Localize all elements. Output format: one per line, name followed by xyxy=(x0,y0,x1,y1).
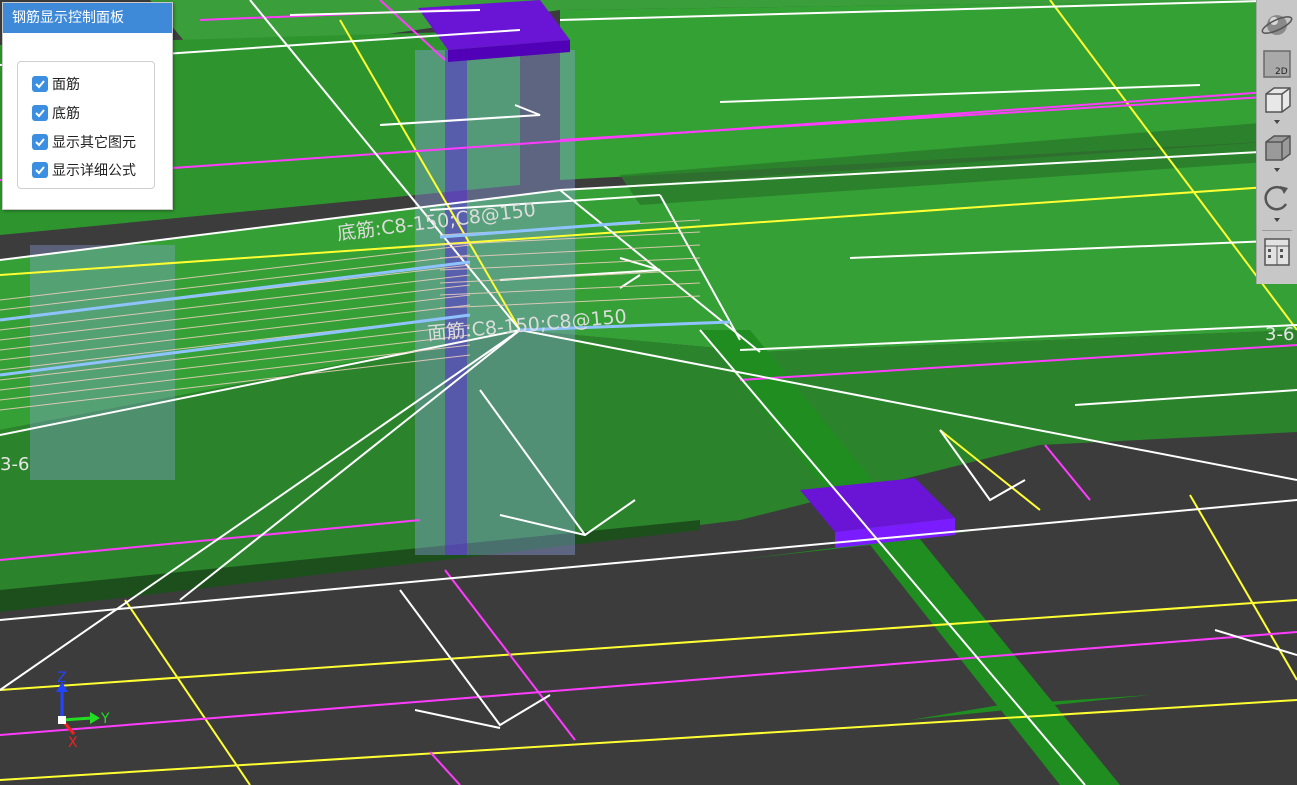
x-axis-label: X xyxy=(68,735,78,751)
bottom-rebar-checkbox[interactable] xyxy=(32,105,48,121)
dropdown-arrow-icon xyxy=(1274,218,1280,222)
2d-view-text: 2D xyxy=(1275,67,1288,77)
3d-box-view-icon xyxy=(1265,87,1291,113)
dropdown-arrow-icon xyxy=(1274,168,1280,172)
show-other-elements-checkbox[interactable] xyxy=(32,134,48,150)
show-other-elements-label: 显示其它图元 xyxy=(52,135,136,151)
show-detailed-formula-label: 显示详细公式 xyxy=(52,163,136,179)
face-rebar-checkbox[interactable] xyxy=(32,76,48,92)
rebar-display-control-panel: 钢筋显示控制面板 面筋 底筋 显示其它图元 显示详细公式 xyxy=(2,2,173,210)
dropdown-arrow-icon xyxy=(1274,120,1280,124)
y-axis xyxy=(61,716,93,722)
dynamic-observe-button[interactable] xyxy=(1260,132,1294,172)
rotate-button[interactable] xyxy=(1260,182,1294,222)
orbit-view-icon xyxy=(1261,15,1293,35)
orbit-view-button[interactable] xyxy=(1260,8,1294,42)
3d-box-view-button[interactable] xyxy=(1260,84,1294,124)
check-icon xyxy=(35,109,45,118)
z-axis-label: Z xyxy=(57,670,67,686)
face-rebar-label: 面筋 xyxy=(52,77,80,93)
check-icon xyxy=(35,80,45,89)
2d-view-button[interactable]: 2D xyxy=(1260,48,1294,80)
toolbar-divider xyxy=(1262,230,1292,231)
panel-options-group: 面筋 底筋 显示其它图元 显示详细公式 xyxy=(17,61,155,189)
axis-label-left: 3-6 xyxy=(0,454,29,475)
rotate-icon xyxy=(1264,185,1288,211)
dynamic-observe-icon xyxy=(1265,135,1291,161)
axis-label-right: 3-6 xyxy=(1265,324,1294,345)
layer-settings-button[interactable] xyxy=(1260,236,1294,270)
column-edge-left xyxy=(445,50,467,555)
option-show-detailed-formula[interactable]: 显示详细公式 xyxy=(32,160,136,180)
axes-origin xyxy=(58,716,66,724)
show-detailed-formula-checkbox[interactable] xyxy=(32,162,48,178)
bottom-rebar-label: 底筋 xyxy=(52,106,80,122)
model-viewport[interactable]: 底筋:C8-150;C8@150 面筋:C8-150;C8@150 3-6 3-… xyxy=(0,0,1297,785)
view-toolbar: 2D xyxy=(1256,0,1297,284)
check-icon xyxy=(35,166,45,175)
y-axis-label: Y xyxy=(100,711,110,727)
option-show-other-elements[interactable]: 显示其它图元 xyxy=(32,132,136,152)
layer-settings-icon xyxy=(1264,238,1290,266)
option-bottom-rebar[interactable]: 底筋 xyxy=(32,103,80,123)
option-face-rebar[interactable]: 面筋 xyxy=(32,74,80,94)
check-icon xyxy=(35,138,45,147)
panel-title: 钢筋显示控制面板 xyxy=(3,3,172,33)
